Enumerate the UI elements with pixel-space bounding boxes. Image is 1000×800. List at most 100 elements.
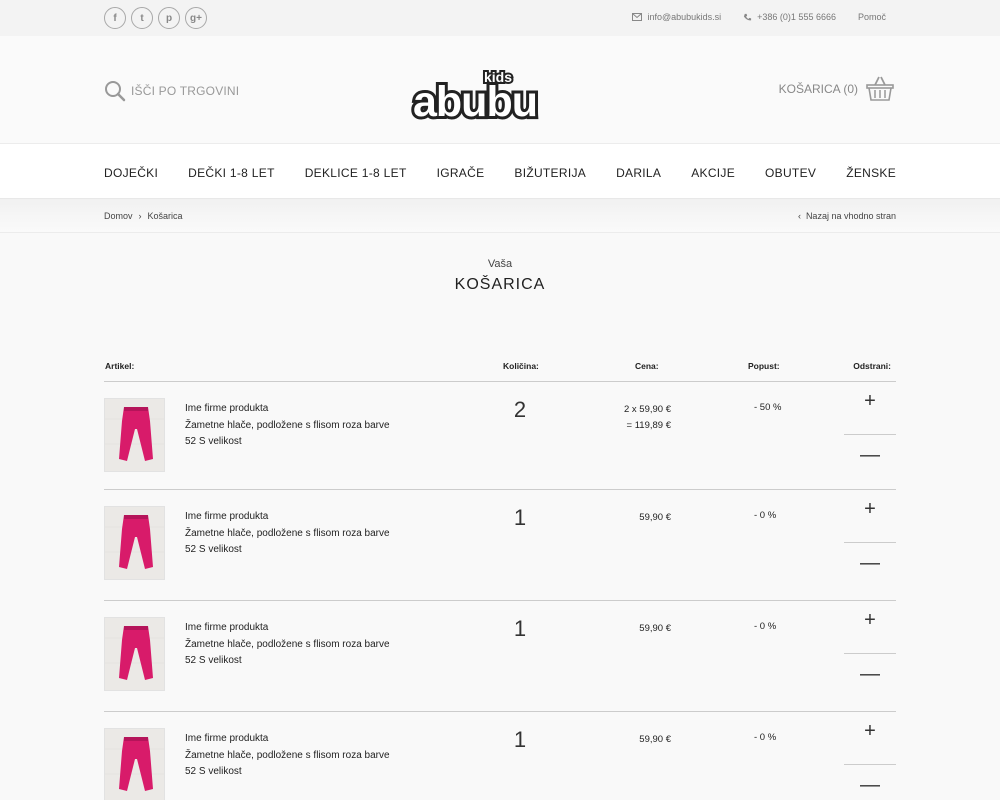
- header-article: Artikel:: [105, 361, 135, 371]
- price-line: 59,90 €: [639, 512, 671, 523]
- decrease-button[interactable]: —: [844, 444, 896, 467]
- header-price: Cena:: [635, 361, 659, 371]
- pink-pants-image: [105, 507, 164, 579]
- breadcrumb: Domov › Košarica ‹ Nazaj na vhodno stran: [0, 199, 1000, 233]
- header-discount: Popust:: [748, 361, 780, 371]
- help-link[interactable]: Pomoč: [858, 12, 886, 22]
- nav-item-decki[interactable]: DEČKI 1-8 LET: [188, 166, 275, 180]
- product-description: Ime firme produkta Žametne hlače, podlož…: [185, 620, 390, 670]
- product-image[interactable]: [104, 617, 165, 691]
- facebook-icon[interactable]: f: [104, 7, 126, 29]
- product-size: 52 S velikost: [185, 766, 242, 777]
- product-image[interactable]: [104, 398, 165, 472]
- quantity-controls: + —: [844, 490, 896, 600]
- nav-item-igrace[interactable]: IGRAČE: [437, 166, 485, 180]
- table-row: Ime firme produkta Žametne hlače, podlož…: [104, 601, 896, 712]
- divider: [844, 653, 896, 654]
- nav-item-obutev[interactable]: OBUTEV: [765, 166, 816, 180]
- divider: [844, 542, 896, 543]
- quantity-value[interactable]: 1: [509, 505, 531, 531]
- email-link[interactable]: info@abubukids.si: [632, 12, 721, 22]
- product-image[interactable]: [104, 728, 165, 800]
- back-link[interactable]: ‹ Nazaj na vhodno stran: [798, 211, 896, 221]
- quantity-value[interactable]: 2: [509, 397, 531, 423]
- product-name[interactable]: Žametne hlače, podložene s flisom roza b…: [185, 526, 390, 543]
- main-nav: DOJEČKI DEČKI 1-8 LET DEKLICE 1-8 LET IG…: [0, 144, 1000, 199]
- header-quantity: Količina:: [503, 361, 539, 371]
- discount-value: - 50 %: [754, 402, 782, 413]
- product-brand[interactable]: Ime firme produkta: [185, 620, 390, 637]
- contact-info: info@abubukids.si +386 (0)1 555 6666 Pom…: [632, 12, 886, 22]
- envelope-icon: [632, 13, 643, 21]
- nav-item-bizuterija[interactable]: BIŽUTERIJA: [514, 166, 586, 180]
- search-icon: [105, 81, 126, 102]
- increase-button[interactable]: +: [844, 609, 896, 632]
- product-brand[interactable]: Ime firme produkta: [185, 401, 390, 418]
- page-subtitle: Vaša: [487, 258, 513, 270]
- product-name[interactable]: Žametne hlače, podložene s flisom roza b…: [185, 637, 390, 654]
- divider: [844, 434, 896, 435]
- table-row: Ime firme produkta Žametne hlače, podlož…: [104, 712, 896, 800]
- nav-item-akcije[interactable]: AKCIJE: [691, 166, 735, 180]
- quantity-controls: + —: [844, 382, 896, 489]
- cart-label: KOŠARICA (0): [778, 82, 858, 96]
- price-cell: 59,90 €: [639, 732, 671, 748]
- nav-item-deklice[interactable]: DEKLICE 1-8 LET: [305, 166, 407, 180]
- logo-main-text: abubu: [413, 78, 537, 122]
- quantity-value[interactable]: 1: [509, 727, 531, 753]
- google-plus-icon[interactable]: g+: [185, 7, 207, 29]
- price-line: 2 x 59,90 €: [623, 404, 671, 415]
- price-cell: 2 x 59,90 € = 119,89 €: [624, 402, 671, 434]
- nav-item-darila[interactable]: DARILA: [616, 166, 661, 180]
- cart-button[interactable]: KOŠARICA (0): [779, 76, 894, 102]
- pink-pants-image: [105, 618, 164, 690]
- product-description: Ime firme produkta Žametne hlače, podlož…: [185, 509, 390, 559]
- increase-button[interactable]: +: [844, 498, 896, 521]
- product-image[interactable]: [104, 506, 165, 580]
- back-link-label: Nazaj na vhodno stran: [805, 211, 896, 221]
- decrease-button[interactable]: —: [844, 774, 896, 797]
- price-cell: 59,90 €: [639, 510, 671, 526]
- pinterest-icon[interactable]: p: [158, 7, 180, 29]
- decrease-button[interactable]: —: [844, 663, 896, 686]
- page-title: KOŠARICA: [454, 276, 546, 293]
- increase-button[interactable]: +: [844, 720, 896, 743]
- nav-item-dojecki[interactable]: DOJEČKI: [104, 166, 158, 180]
- email-text: info@abubukids.si: [647, 12, 722, 22]
- discount-value: - 0 %: [754, 621, 777, 632]
- product-name[interactable]: Žametne hlače, podložene s flisom roza b…: [185, 748, 390, 765]
- discount-value: - 0 %: [754, 732, 777, 743]
- decrease-button[interactable]: —: [844, 552, 896, 575]
- nav-item-zenske[interactable]: ŽENSKE: [846, 166, 896, 180]
- increase-button[interactable]: +: [844, 390, 896, 413]
- table-row: Ime firme produkta Žametne hlače, podlož…: [104, 382, 896, 490]
- quantity-controls: + —: [844, 712, 896, 800]
- price-line: 59,90 €: [639, 623, 671, 634]
- help-text: Pomoč: [857, 12, 886, 22]
- pink-pants-image: [105, 729, 164, 800]
- top-bar: f t p g+ info@abubukids.si +386 (0)1 555…: [0, 0, 1000, 36]
- search-button[interactable]: IŠČI PO TRGOVINI: [104, 80, 239, 102]
- table-header: Artikel: Količina: Cena: Popust: Odstran…: [104, 358, 896, 382]
- search-label: IŠČI PO TRGOVINI: [131, 84, 240, 98]
- quantity-value[interactable]: 1: [509, 616, 531, 642]
- product-name[interactable]: Žametne hlače, podložene s flisom roza b…: [185, 418, 390, 435]
- header-remove: Odstrani:: [853, 361, 891, 371]
- chevron-left-icon: ‹: [797, 211, 801, 221]
- basket-icon: [866, 76, 894, 101]
- twitter-icon[interactable]: t: [131, 7, 153, 29]
- breadcrumb-home[interactable]: Domov: [104, 211, 133, 221]
- price-total: = 119,89 €: [626, 420, 671, 431]
- product-brand[interactable]: Ime firme produkta: [185, 731, 390, 748]
- product-size: 52 S velikost: [185, 544, 242, 555]
- logo[interactable]: kids abubu: [410, 62, 580, 122]
- quantity-controls: + —: [844, 601, 896, 711]
- phone-link[interactable]: +386 (0)1 555 6666: [743, 12, 836, 22]
- product-size: 52 S velikost: [185, 655, 242, 666]
- discount-value: - 0 %: [754, 510, 777, 521]
- social-links: f t p g+: [104, 7, 207, 29]
- page-heading: Vaša KOŠARICA: [0, 258, 1000, 294]
- phone-text: +386 (0)1 555 6666: [757, 12, 836, 22]
- table-row: Ime firme produkta Žametne hlače, podlož…: [104, 490, 896, 601]
- product-brand[interactable]: Ime firme produkta: [185, 509, 390, 526]
